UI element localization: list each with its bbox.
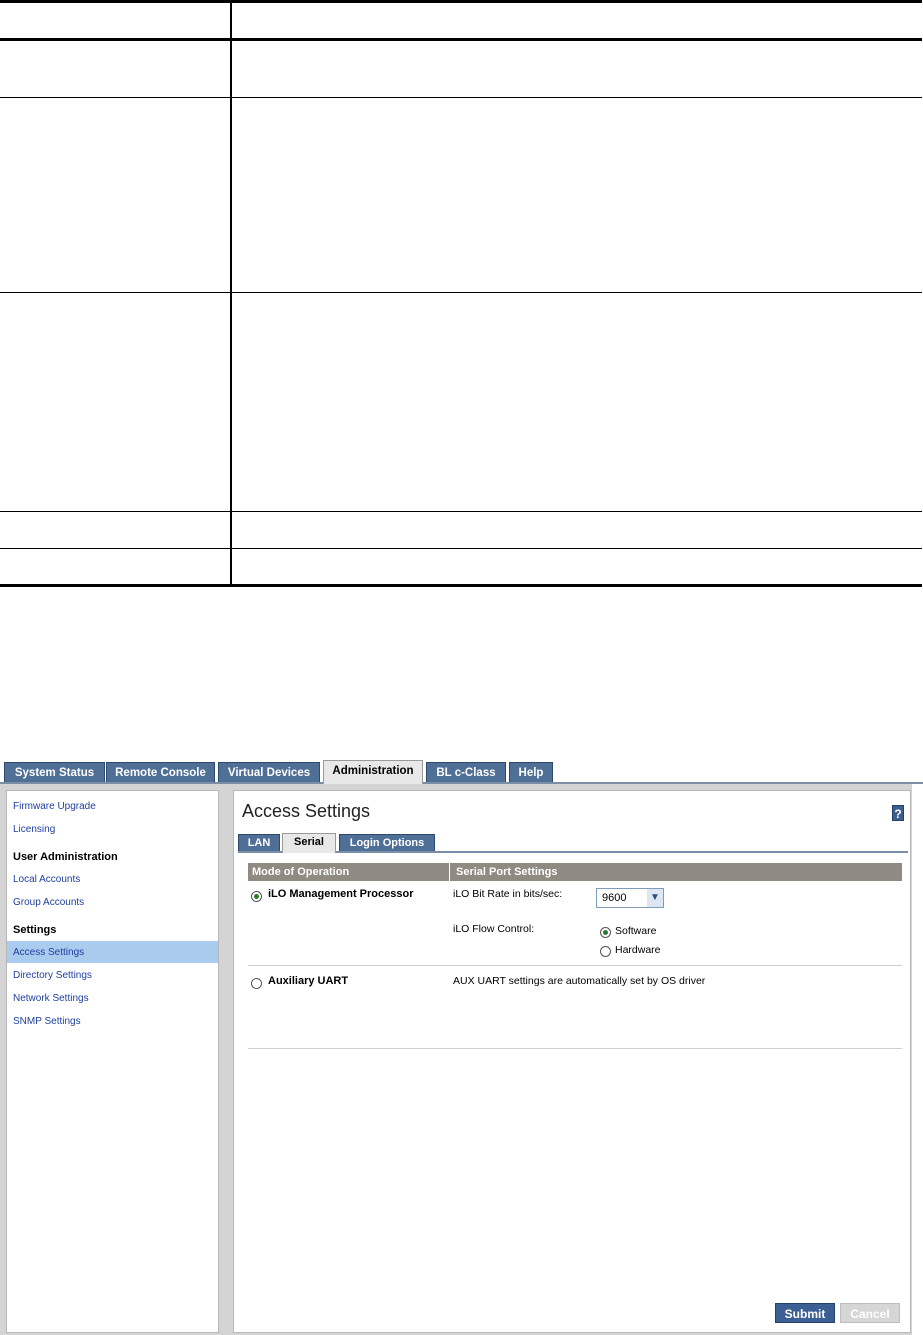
ilo-mode-radio[interactable] [251,891,262,902]
sidebar-item-access-settings[interactable]: Access Settings [13,947,84,958]
row-divider [248,1048,902,1049]
page-title: Access Settings [242,801,371,821]
table-row-rule [0,292,922,293]
aux-uart-note: AUX UART settings are automatically set … [453,975,706,987]
ilo-mode-label: iLO Management Processor [268,888,414,900]
sidebar-item-group-accounts[interactable]: Group Accounts [13,897,84,908]
subtabs-underline [238,851,908,853]
header-separator [449,863,450,881]
table-bottom-rule [0,584,922,587]
tab-lan[interactable]: LAN [238,834,280,851]
aux-uart-label: Auxiliary UART [268,975,349,987]
table-row-rule [0,97,922,98]
tab-administration[interactable]: Administration [323,760,423,784]
tab-serial[interactable]: Serial [282,833,336,853]
sidebar-item-directory-settings[interactable]: Directory Settings [13,970,92,981]
submit-button[interactable]: Submit [775,1303,835,1323]
tab-bl-c-class[interactable]: BL c-Class [426,762,506,782]
flow-hardware-radio[interactable] [600,946,611,957]
sidebar-item-licensing[interactable]: Licensing [13,824,55,835]
sidebar: Firmware Upgrade Licensing User Administ… [6,790,219,1333]
header-serial-port-settings: Serial Port Settings [456,866,558,878]
help-icon[interactable]: ? [892,805,904,821]
top-nav: System Status Remote Console Virtual Dev… [0,760,923,784]
main-panel: Access Settings ? LAN Serial Login Optio… [233,790,911,1333]
bit-rate-value: 9600 [602,892,627,904]
tab-help[interactable]: Help [509,762,553,782]
sidebar-item-network-settings[interactable]: Network Settings [13,993,89,1004]
settings-subtabs: LAN Serial Login Options [238,833,908,853]
tab-virtual-devices[interactable]: Virtual Devices [218,762,320,782]
flow-software-label: Software [615,925,657,937]
table-row-rule [0,511,922,512]
flow-software-radio[interactable] [600,927,611,938]
table-row-rule [0,548,922,549]
sidebar-heading-user-administration: User Administration [13,851,118,863]
serial-table-header: Mode of Operation Serial Port Settings [248,863,902,881]
table-top-rule [0,0,922,3]
tab-login-options[interactable]: Login Options [339,834,435,851]
sidebar-heading-settings: Settings [13,924,57,936]
document-table [0,0,922,588]
tab-remote-console[interactable]: Remote Console [106,762,215,782]
sidebar-item-local-accounts[interactable]: Local Accounts [13,874,80,885]
cancel-button[interactable]: Cancel [840,1303,900,1323]
row-divider [248,965,902,966]
header-mode-of-operation: Mode of Operation [252,866,350,878]
table-header-rule [0,38,922,41]
ilo-window: System Status Remote Console Virtual Dev… [0,760,923,1335]
sidebar-item-firmware-upgrade[interactable]: Firmware Upgrade [13,801,96,812]
bit-rate-select[interactable]: 9600 ▼ [596,888,664,908]
aux-uart-radio[interactable] [251,978,262,989]
tab-system-status[interactable]: System Status [4,762,105,782]
flow-hardware-label: Hardware [615,944,661,956]
sidebar-item-snmp-settings[interactable]: SNMP Settings [13,1016,81,1027]
bit-rate-label: iLO Bit Rate in bits/sec: [453,888,563,900]
table-column-divider [230,0,232,586]
flow-control-label: iLO Flow Control: [453,923,535,935]
chevron-down-icon: ▼ [647,889,663,907]
